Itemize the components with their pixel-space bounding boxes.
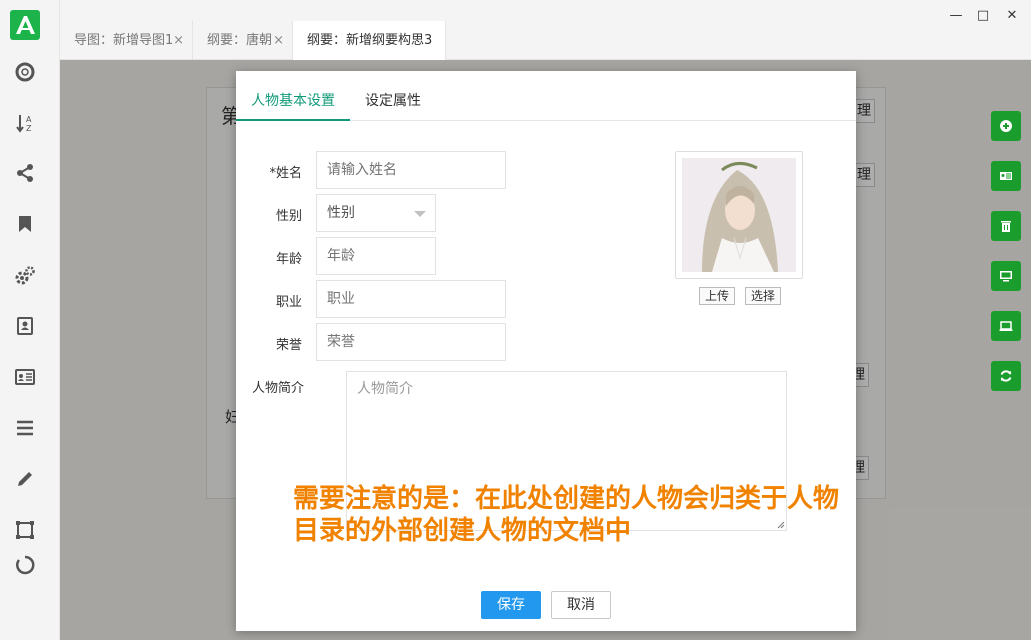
laptop-icon xyxy=(999,321,1013,331)
tab-bar: 导图：新增导图1 × 纲要：唐朝 × 纲要：新增纲要构思3 — □ ✕ xyxy=(60,0,1031,61)
select-button[interactable]: 选择 xyxy=(745,287,781,305)
lifebuoy-icon[interactable] xyxy=(14,61,36,83)
tab-label: 导图：新增导图1 xyxy=(74,33,174,48)
dialog-tabs: 人物基本设置 设定属性 xyxy=(236,71,856,121)
id-badge-button[interactable] xyxy=(991,161,1021,191)
gender-select-value: 性别 xyxy=(327,205,355,221)
avatar-frame xyxy=(675,151,803,279)
tab-attributes[interactable]: 设定属性 xyxy=(365,90,421,110)
svg-text:Z: Z xyxy=(26,124,32,133)
honor-label: 荣誉 xyxy=(275,338,302,353)
pencil-icon[interactable] xyxy=(14,468,36,490)
tab-label: 纲要：唐朝 xyxy=(207,33,273,48)
active-tab-indicator xyxy=(236,119,350,121)
refresh-icon xyxy=(1000,370,1012,382)
gender-label: 性别 xyxy=(275,209,302,224)
chevron-down-icon xyxy=(414,211,426,217)
logo-icon[interactable] xyxy=(10,10,40,40)
bookmark-icon[interactable] xyxy=(14,213,36,235)
gears-icon[interactable] xyxy=(14,265,36,287)
upload-button[interactable]: 上传 xyxy=(699,287,735,305)
annotation-note: 需要注意的是：在此处创建的人物会归类于人物目录的外部创建人物的文档中 xyxy=(293,484,840,546)
plus-circle-button[interactable] xyxy=(991,111,1021,141)
id-badge-icon xyxy=(1000,172,1012,180)
avatar xyxy=(682,158,796,272)
trash-icon xyxy=(1001,221,1011,232)
sort-az-icon[interactable]: AZ xyxy=(14,112,36,134)
frame-icon[interactable] xyxy=(14,519,36,541)
tab-label: 纲要：新增纲要构思3 xyxy=(307,33,433,48)
intro-placeholder: 人物简介 xyxy=(357,381,413,397)
name-input[interactable] xyxy=(316,151,506,189)
age-input[interactable] xyxy=(316,237,436,275)
plus-circle-icon xyxy=(1000,120,1012,132)
age-label: 年龄 xyxy=(275,252,302,267)
tab-outline-tang[interactable]: 纲要：唐朝 × xyxy=(193,21,293,60)
job-input[interactable] xyxy=(316,280,506,318)
menu-icon[interactable] xyxy=(14,417,36,439)
share-icon[interactable] xyxy=(14,162,36,184)
close-icon[interactable]: × xyxy=(173,21,184,60)
tab-outline-new[interactable]: 纲要：新增纲要构思3 xyxy=(293,21,446,61)
tab-mindmap[interactable]: 导图：新增导图1 × xyxy=(60,21,193,60)
honor-input[interactable] xyxy=(316,323,506,361)
cancel-button[interactable]: 取消 xyxy=(551,591,611,619)
gender-select[interactable]: 性别 xyxy=(316,194,436,232)
save-button[interactable]: 保存 xyxy=(481,591,541,619)
minimize-button[interactable]: — xyxy=(948,8,964,23)
close-window-button[interactable]: ✕ xyxy=(1004,8,1020,23)
character-dialog: 人物基本设置 设定属性 *姓名 性别 性别 年龄 职业 荣誉 人物简介 人物简介 xyxy=(236,71,856,631)
tab-basic-settings[interactable]: 人物基本设置 xyxy=(251,90,335,110)
refresh-button[interactable] xyxy=(991,361,1021,391)
svg-text:A: A xyxy=(26,115,32,124)
contacts-book-icon[interactable] xyxy=(14,315,36,337)
monitor-icon xyxy=(1000,271,1012,282)
monitor-button[interactable] xyxy=(991,261,1021,291)
loading-ring-icon[interactable] xyxy=(14,554,36,576)
name-label: *姓名 xyxy=(269,166,302,181)
close-icon[interactable]: × xyxy=(273,21,284,60)
maximize-button[interactable]: □ xyxy=(975,8,991,23)
laptop-button[interactable] xyxy=(991,311,1021,341)
left-sidebar: AZ xyxy=(0,0,60,640)
id-card-icon[interactable] xyxy=(14,366,36,388)
trash-button[interactable] xyxy=(991,211,1021,241)
job-label: 职业 xyxy=(275,295,302,310)
intro-label: 人物简介 xyxy=(252,381,305,396)
